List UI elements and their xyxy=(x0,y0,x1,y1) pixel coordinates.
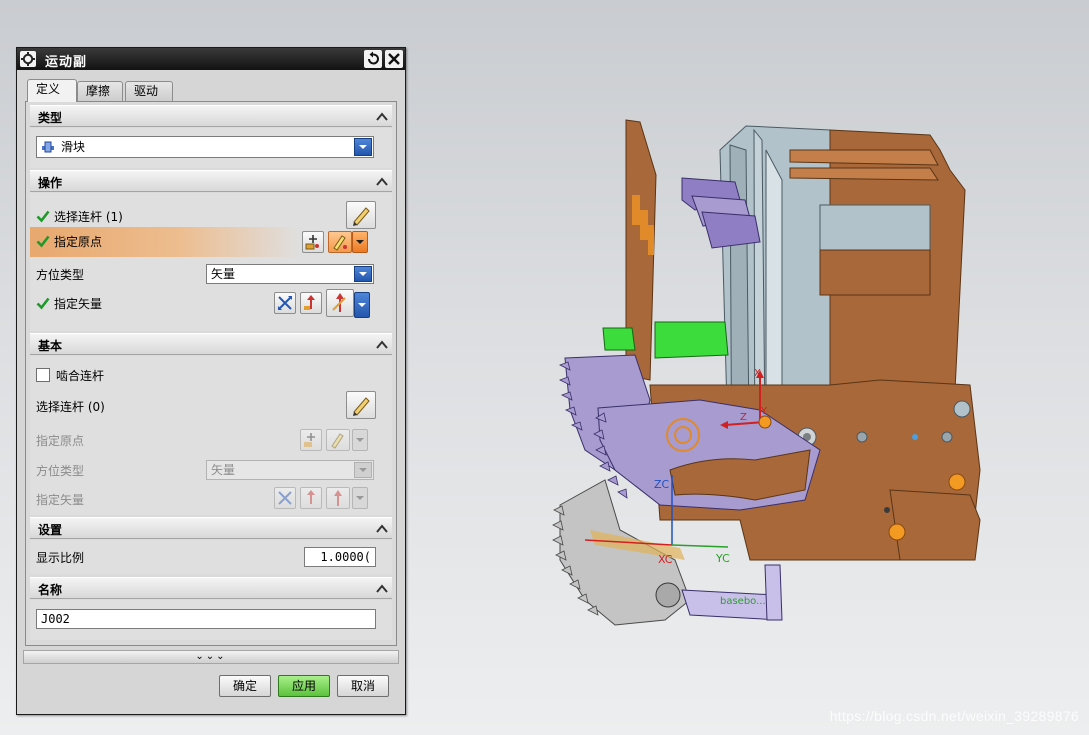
apply-button[interactable]: 应用 xyxy=(278,675,330,697)
base-reverse-direction-button[interactable] xyxy=(274,487,296,509)
orientation-type-value: 矢量 xyxy=(211,267,236,281)
more-options-bar[interactable]: ⌄⌄⌄ xyxy=(23,650,399,664)
joint-name-input[interactable]: J002 xyxy=(36,609,376,629)
dialog-title-bar[interactable]: 运动副 xyxy=(17,48,405,70)
base-vector-dialog-button[interactable] xyxy=(300,487,322,509)
name-section-header[interactable]: 名称 xyxy=(30,577,392,599)
base-section-body: 啮合连杆 选择连杆 (0) 指定原点 方位类型 矢量 指定矢量 xyxy=(30,356,392,515)
chevron-up-icon[interactable] xyxy=(372,579,390,597)
axis-x-label: X xyxy=(754,368,761,379)
pencil-icon xyxy=(353,397,370,416)
type-select-value: 滑块 xyxy=(61,140,86,154)
inferred-point-icon xyxy=(331,433,344,449)
chevron-up-icon[interactable] xyxy=(372,172,390,190)
definition-panel: 类型 滑块 操作 选择连杆 (1) 指定原点 方位类型 矢量 指定矢量 基本 啮… xyxy=(25,101,397,646)
select-link-button[interactable] xyxy=(346,201,376,229)
axis-y-label: Y xyxy=(760,406,768,417)
specify-vector-label[interactable]: 指定矢量 xyxy=(54,295,102,312)
vector-constructor-icon xyxy=(304,295,315,310)
base-orientation-type-select[interactable]: 矢量 xyxy=(206,460,374,480)
inferred-vector-icon xyxy=(332,293,346,312)
vector-type-dropdown[interactable] xyxy=(354,292,370,318)
name-section-body: J002 xyxy=(30,600,392,640)
inferred-point-button[interactable] xyxy=(328,231,352,253)
base-section-header[interactable]: 基本 xyxy=(30,333,392,355)
pencil-icon xyxy=(353,207,370,226)
type-section-title: 类型 xyxy=(38,111,63,125)
base-specify-origin-label: 指定原点 xyxy=(36,434,85,448)
graphics-viewport[interactable]: X Y Z ZC XC YC basebo... https://blog.cs… xyxy=(410,0,1089,735)
operation-section-header[interactable]: 操作 xyxy=(30,170,392,192)
ok-button[interactable]: 确定 xyxy=(219,675,271,697)
dropdown-arrow-icon[interactable] xyxy=(354,462,372,478)
part-label: basebo... xyxy=(720,596,766,607)
tab-driver[interactable]: 驱动 xyxy=(125,81,173,101)
checkmark-icon xyxy=(36,234,50,248)
chevron-up-icon[interactable] xyxy=(372,335,390,353)
select-link-label[interactable]: 选择连杆 (1) xyxy=(54,208,123,225)
display-scale-input[interactable]: 1.0000( xyxy=(304,547,376,567)
name-section-title: 名称 xyxy=(38,583,63,597)
slider-joint-icon xyxy=(41,140,55,154)
expand-more-icon: ⌄⌄⌄ xyxy=(195,651,227,662)
watermark: https://blog.csdn.net/weixin_39289876 xyxy=(829,708,1079,724)
orientation-type-label: 方位类型 xyxy=(36,268,85,282)
point-constructor-icon xyxy=(304,433,315,447)
vector-constructor-icon xyxy=(307,490,315,504)
assembly-model[interactable]: X Y Z ZC XC YC basebo... xyxy=(410,0,1089,735)
tab-definition[interactable]: 定义 xyxy=(27,79,77,102)
type-select[interactable]: 滑块 xyxy=(36,136,374,158)
axis-yc-label: YC xyxy=(715,552,730,565)
type-section-header[interactable]: 类型 xyxy=(30,105,392,127)
settings-section-body: 显示比例 1.0000( xyxy=(30,540,392,574)
base-vector-type-dropdown[interactable] xyxy=(352,487,368,509)
motion-joint-dialog: 运动副 定义 摩擦 驱动 类型 滑块 操作 选择连杆 (1) 指定原点 方位类型… xyxy=(16,47,406,715)
axis-zc-label: ZC xyxy=(654,478,670,491)
dialog-title: 运动副 xyxy=(45,55,88,70)
close-icon[interactable] xyxy=(385,50,403,68)
base-specify-vector-label: 指定矢量 xyxy=(36,493,85,507)
settings-section-title: 设置 xyxy=(38,523,63,537)
inferred-vector-icon xyxy=(334,490,342,506)
reverse-direction-icon xyxy=(278,296,292,310)
mesh-link-label: 啮合连杆 xyxy=(56,369,105,383)
base-section-title: 基本 xyxy=(38,339,63,353)
vector-dialog-button[interactable] xyxy=(300,292,322,314)
chevron-up-icon[interactable] xyxy=(372,519,390,537)
base-point-dialog-button[interactable] xyxy=(300,429,322,451)
settings-section-header[interactable]: 设置 xyxy=(30,517,392,539)
orientation-type-select[interactable]: 矢量 xyxy=(206,264,374,284)
base-orientation-type-label: 方位类型 xyxy=(36,464,85,478)
axis-xc-label: XC xyxy=(658,553,673,566)
checkmark-icon xyxy=(36,209,50,223)
base-select-link-button[interactable] xyxy=(346,391,376,419)
axis-z-label: Z xyxy=(740,412,747,423)
type-section-body: 滑块 xyxy=(30,128,392,168)
reverse-direction-icon xyxy=(278,491,292,505)
display-scale-label: 显示比例 xyxy=(36,551,85,565)
point-dialog-button[interactable] xyxy=(302,231,324,253)
dropdown-arrow-icon[interactable] xyxy=(354,266,372,282)
specify-origin-label[interactable]: 指定原点 xyxy=(54,233,102,250)
chevron-up-icon[interactable] xyxy=(372,107,390,125)
reverse-direction-button[interactable] xyxy=(274,292,296,314)
base-inferred-point-button[interactable] xyxy=(326,429,350,451)
base-orientation-type-value: 矢量 xyxy=(211,463,236,477)
point-constructor-icon xyxy=(305,235,319,250)
point-type-dropdown[interactable] xyxy=(352,231,368,253)
checkmark-icon xyxy=(36,296,50,310)
dropdown-arrow-icon[interactable] xyxy=(354,138,372,156)
inferred-vector-button[interactable] xyxy=(326,289,354,317)
base-select-link-label[interactable]: 选择连杆 (0) xyxy=(36,398,105,415)
operation-section-title: 操作 xyxy=(38,176,63,190)
base-inferred-vector-button[interactable] xyxy=(326,487,350,509)
gear-icon xyxy=(20,51,36,67)
operation-section-body: 选择连杆 (1) 指定原点 方位类型 矢量 指定矢量 xyxy=(30,193,392,331)
cancel-button[interactable]: 取消 xyxy=(337,675,389,697)
mesh-link-checkbox[interactable] xyxy=(36,368,50,382)
inferred-point-icon xyxy=(333,235,347,251)
reset-icon[interactable] xyxy=(364,50,382,68)
base-point-type-dropdown[interactable] xyxy=(352,429,368,451)
tab-friction[interactable]: 摩擦 xyxy=(77,81,123,101)
